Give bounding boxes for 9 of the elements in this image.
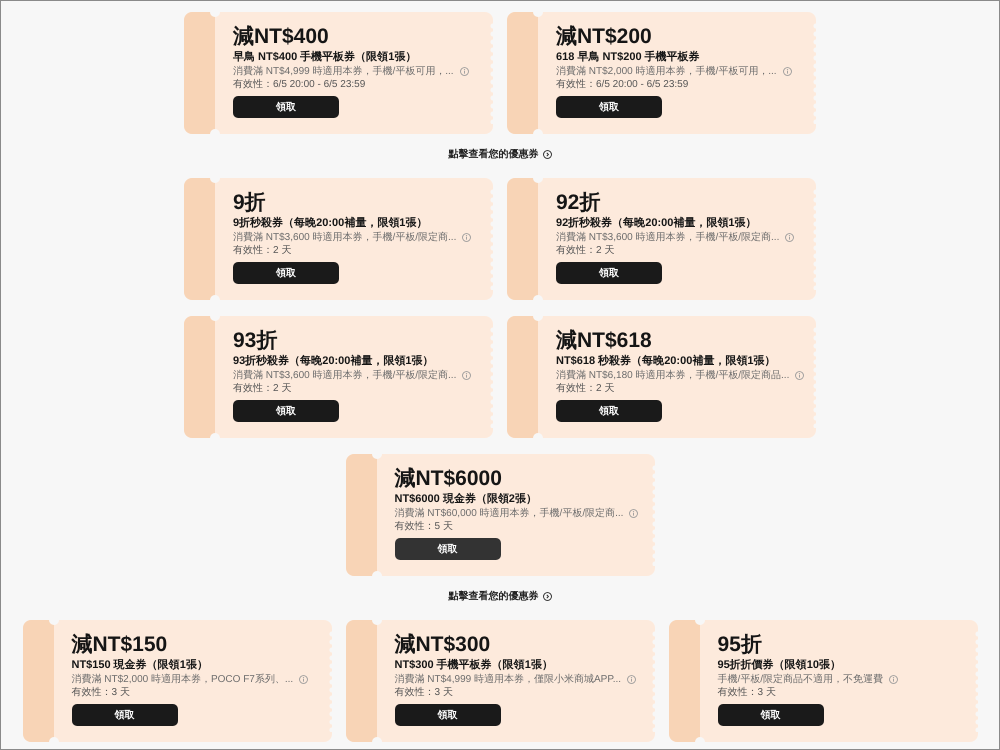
- info-icon[interactable]: [795, 371, 804, 380]
- info-icon[interactable]: [782, 67, 792, 76]
- coupon-name: 95折折價券（限領10張）: [718, 658, 841, 673]
- claim-button[interactable]: 領取: [718, 704, 824, 726]
- discount-title: 95折: [718, 633, 762, 657]
- info-icon[interactable]: [889, 675, 898, 684]
- validity-text: 有效性：3 天: [718, 686, 776, 699]
- coupon-terms: 手機/平板/限定商品不適用，不免運費: [718, 673, 884, 686]
- info-icon[interactable]: [785, 233, 794, 242]
